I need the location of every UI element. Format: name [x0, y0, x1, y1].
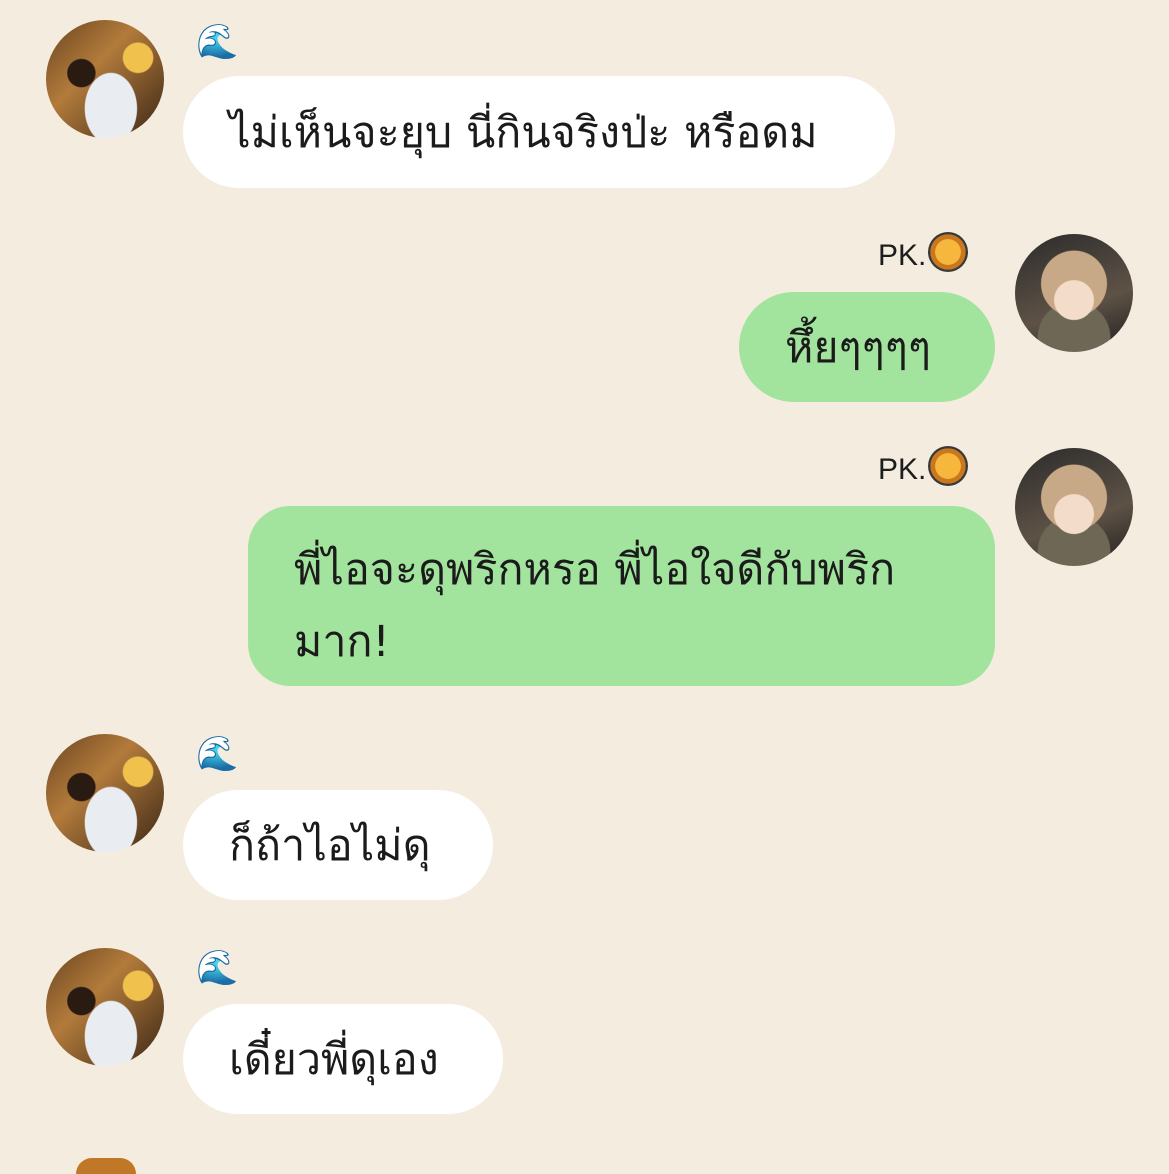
- paella-pan-icon: [928, 232, 969, 272]
- message-bubble-outgoing[interactable]: หึ้ยๆๆๆๆ: [739, 292, 995, 402]
- sender-name-label: PK.: [878, 453, 927, 486]
- sender-name-pk: PK.: [878, 446, 969, 488]
- contact-avatar[interactable]: [46, 948, 164, 1066]
- my-avatar[interactable]: [1015, 234, 1133, 352]
- message-bubble-incoming[interactable]: ไม่เห็นจะยุบ นี่กินจริงป่ะ หรือดม: [183, 76, 895, 188]
- message-bubble-incoming[interactable]: เดี๋ยวพี่ดุเอง: [183, 1004, 503, 1114]
- contact-avatar[interactable]: [46, 734, 164, 852]
- sender-name-label: PK.: [878, 239, 927, 272]
- contact-avatar[interactable]: [46, 20, 164, 138]
- sender-name-wave: 🌊: [196, 734, 239, 774]
- sender-name-wave: 🌊: [196, 22, 239, 62]
- sender-name-pk: PK.: [878, 232, 969, 274]
- message-bubble-outgoing[interactable]: พี่ไอจะดุพริกหรอ พี่ไอใจดีกับพริกมาก!: [248, 506, 995, 686]
- sender-name-wave: 🌊: [196, 948, 239, 988]
- contact-avatar-partial[interactable]: [76, 1158, 136, 1174]
- my-avatar[interactable]: [1015, 448, 1133, 566]
- paella-pan-icon: [928, 446, 969, 486]
- message-bubble-incoming[interactable]: ก็ถ้าไอไม่ดุ: [183, 790, 493, 900]
